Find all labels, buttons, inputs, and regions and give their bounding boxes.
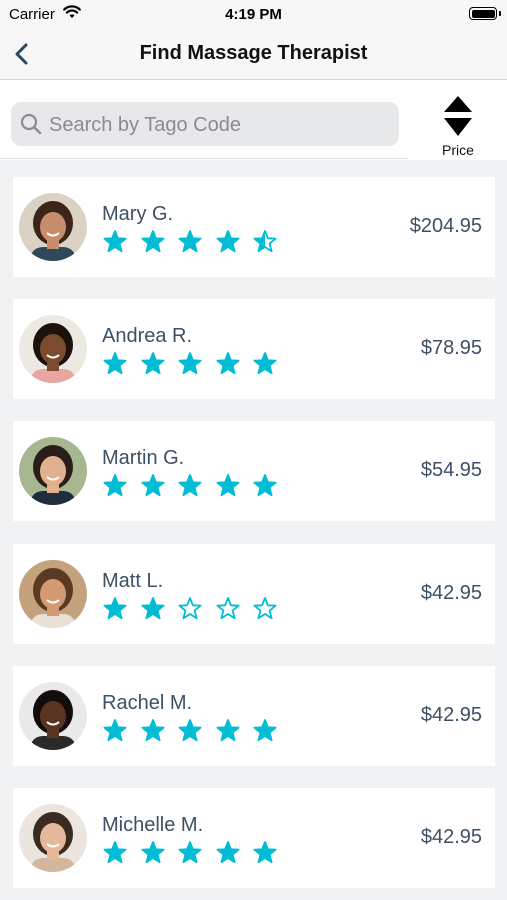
star-icon-full: [178, 352, 202, 375]
star-icon-empty: [216, 597, 239, 620]
star-icon-full: [141, 474, 164, 497]
star-icon-full: [253, 719, 277, 742]
avatar: [19, 682, 87, 750]
avatar: [19, 804, 87, 872]
therapist-name: Rachel M.: [102, 692, 193, 714]
star-icon-full: [216, 841, 239, 864]
therapist-price: $42.95: [420, 582, 482, 604]
star-rating: [102, 718, 278, 744]
therapist-card[interactable]: Martin G. $54.95: [13, 421, 495, 521]
therapist-price: $204.95: [409, 215, 482, 237]
sort-price-button[interactable]: Price: [426, 96, 490, 158]
battery-icon: [469, 7, 497, 20]
star-icon-full: [178, 474, 202, 497]
star-icon-empty: [178, 597, 202, 620]
search-icon: [20, 113, 42, 135]
star-icon-full: [103, 474, 127, 497]
star-icon-empty: [253, 597, 277, 620]
star-icon-half: [253, 230, 277, 253]
sort-icon: [444, 96, 472, 136]
therapist-price: $42.95: [420, 704, 482, 726]
therapist-card[interactable]: Andrea R. $78.95: [13, 299, 495, 399]
therapist-name: Martin G.: [102, 447, 185, 469]
star-icon-full: [253, 352, 277, 375]
therapist-name: Mary G.: [102, 203, 174, 225]
star-icon-full: [141, 597, 164, 620]
star-icon-full: [103, 719, 127, 742]
battery-tip: [499, 11, 501, 16]
nav-bar: Find Massage Therapist: [0, 28, 507, 80]
sort-label: Price: [442, 142, 474, 158]
star-icon-full: [103, 352, 127, 375]
avatar: [19, 560, 87, 628]
therapist-price: $54.95: [420, 459, 482, 481]
star-icon-full: [141, 352, 164, 375]
therapist-name: Michelle M.: [102, 814, 204, 836]
therapist-card[interactable]: Matt L. $42.95: [13, 544, 495, 644]
search-input[interactable]: [47, 102, 391, 148]
avatar: [19, 437, 87, 505]
star-icon-full: [216, 230, 239, 253]
search-box[interactable]: [11, 102, 399, 148]
star-rating: [102, 351, 278, 377]
star-icon-full: [178, 841, 202, 864]
star-icon-full: [216, 719, 239, 742]
page-title: Find Massage Therapist: [139, 42, 368, 64]
therapist-card[interactable]: Michelle M. $42.95: [13, 788, 495, 888]
star-icon-full: [141, 230, 164, 253]
star-icon-full: [253, 841, 277, 864]
star-icon-full: [216, 474, 239, 497]
status-bar: Carrier 4:19 PM: [0, 0, 507, 28]
star-icon-full: [253, 474, 277, 497]
therapist-price: $42.95: [420, 826, 482, 848]
therapist-price: $78.95: [420, 337, 482, 359]
star-icon-full: [103, 230, 127, 253]
star-rating: [102, 596, 278, 622]
star-icon-full: [178, 230, 202, 253]
star-icon-full: [178, 719, 202, 742]
status-time: 4:19 PM: [225, 6, 282, 23]
star-icon-full: [141, 719, 164, 742]
star-rating: [102, 473, 278, 499]
avatar: [19, 315, 87, 383]
therapist-card[interactable]: Rachel M. $42.95: [13, 666, 495, 766]
star-icon-full: [141, 841, 164, 864]
therapist-name: Matt L.: [102, 570, 164, 592]
star-rating: [102, 840, 278, 866]
star-icon-full: [103, 597, 127, 620]
therapist-name: Andrea R.: [102, 325, 193, 347]
therapist-card[interactable]: Mary G. $204.95: [13, 177, 495, 277]
star-icon-full: [103, 841, 127, 864]
star-rating: [102, 229, 278, 255]
avatar: [19, 193, 87, 261]
search-divider: [0, 158, 408, 159]
star-icon-full: [216, 352, 239, 375]
